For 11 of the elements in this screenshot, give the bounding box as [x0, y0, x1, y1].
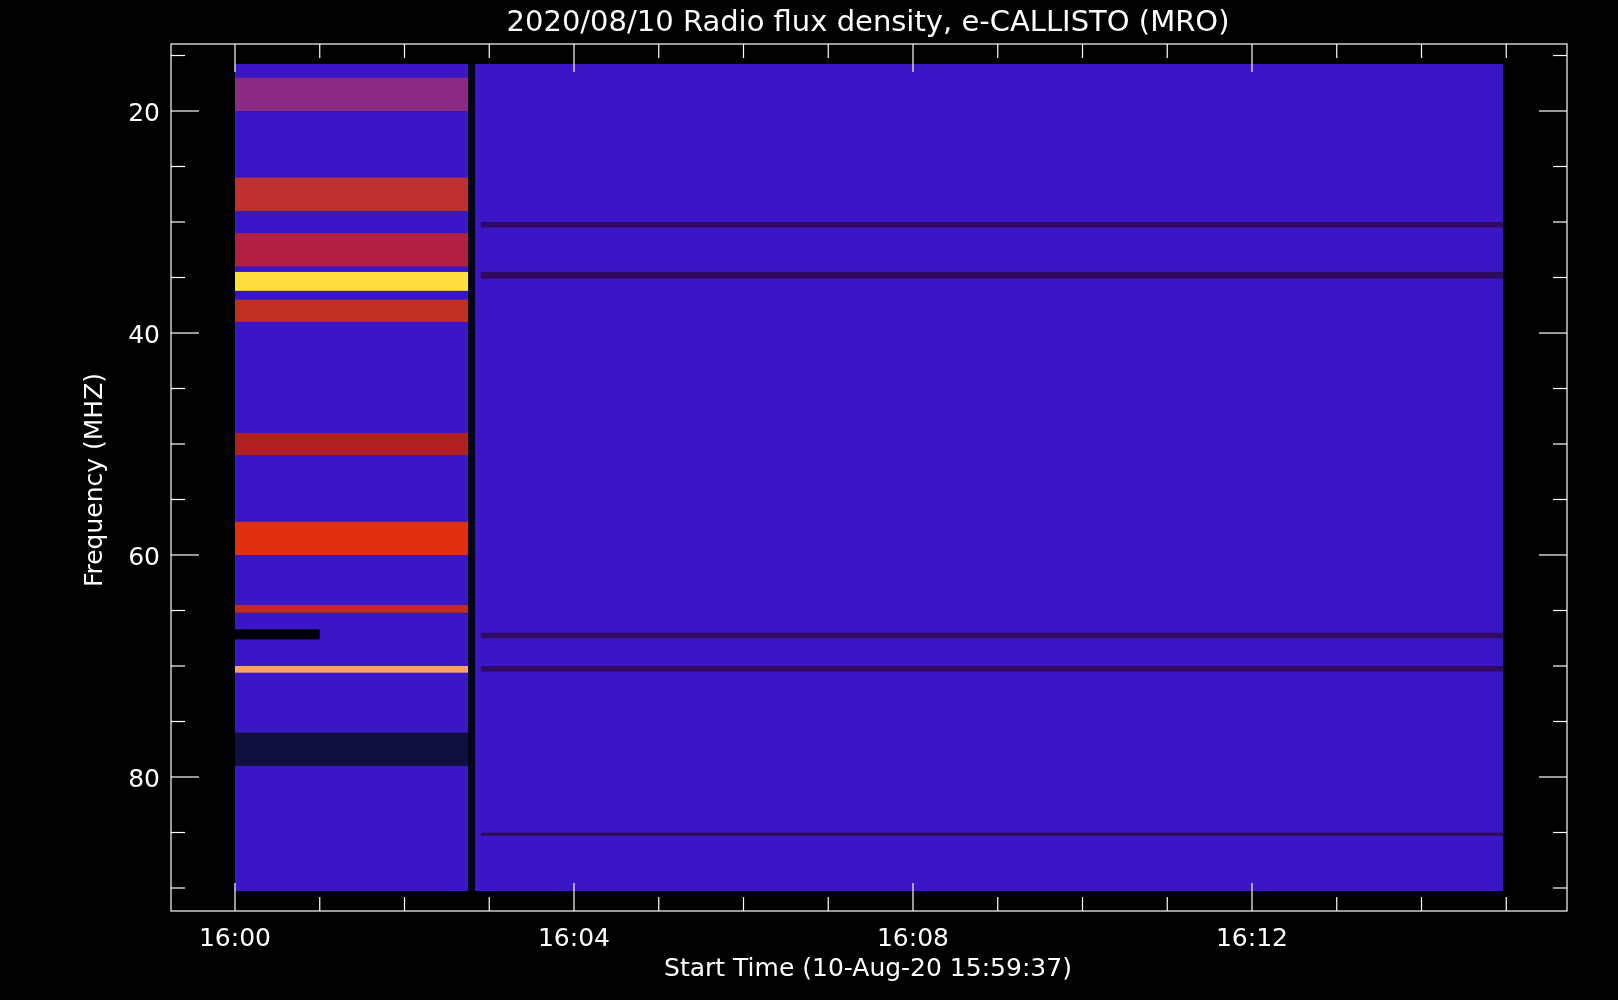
- y-tick-label: 60: [128, 542, 160, 571]
- y-tick-label: 20: [128, 98, 160, 127]
- x-tick-label: 16:12: [1216, 923, 1288, 952]
- x-axis-label: Start Time (10-Aug-20 15:59:37): [664, 953, 1072, 982]
- x-tick-label: 16:04: [538, 923, 610, 952]
- x-tick-label: 16:08: [877, 923, 949, 952]
- y-tick-label: 40: [128, 320, 160, 349]
- y-tick-label: 80: [128, 764, 160, 793]
- x-tick-label: 16:00: [199, 923, 271, 952]
- chart-title: 2020/08/10 Radio flux density, e-CALLISTO (MRO): [506, 4, 1230, 38]
- y-axis-label: Frequency (MHZ): [79, 372, 108, 588]
